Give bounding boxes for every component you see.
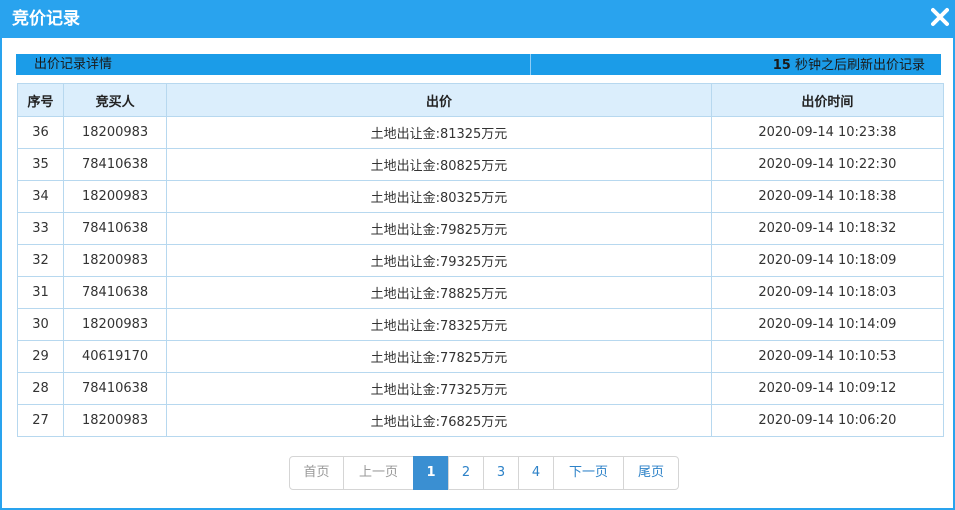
cell-price: 土地出让金:81325万元 <box>166 116 712 149</box>
table-header-row: 序号 竞买人 出价 出价时间 <box>16 83 945 117</box>
cell-bidder: 78410638 <box>63 372 168 405</box>
table-row: 36 18200983 土地出让金:81325万元 2020-09-14 10:… <box>16 116 945 149</box>
table-row: 27 18200983 土地出让金:76825万元 2020-09-14 10:… <box>16 404 945 437</box>
cell-price: 土地出让金:79325万元 <box>166 244 712 277</box>
cell-no: 32 <box>16 244 65 277</box>
cell-price: 土地出让金:77325万元 <box>166 372 712 405</box>
cell-time: 2020-09-14 10:18:09 <box>710 244 945 277</box>
cell-price: 土地出让金:77825万元 <box>166 340 712 373</box>
info-bar-divider <box>530 54 531 75</box>
cell-time: 2020-09-14 10:10:53 <box>710 340 945 373</box>
cell-bidder: 18200983 <box>63 308 168 341</box>
cell-time: 2020-09-14 10:18:32 <box>710 212 945 245</box>
header-no: 序号 <box>16 83 65 117</box>
table-row: 28 78410638 土地出让金:77325万元 2020-09-14 10:… <box>16 372 945 405</box>
cell-time: 2020-09-14 10:22:30 <box>710 148 945 181</box>
cell-bidder: 78410638 <box>63 148 168 181</box>
cell-no: 27 <box>16 404 65 437</box>
cell-bidder: 18200983 <box>63 244 168 277</box>
table-row: 31 78410638 土地出让金:78825万元 2020-09-14 10:… <box>16 276 945 309</box>
page-1-button[interactable]: 1 <box>413 456 449 490</box>
cell-price: 土地出让金:78825万元 <box>166 276 712 309</box>
cell-price: 土地出让金:80325万元 <box>166 180 712 213</box>
table-row: 32 18200983 土地出让金:79325万元 2020-09-14 10:… <box>16 244 945 277</box>
cell-time: 2020-09-14 10:09:12 <box>710 372 945 405</box>
cell-no: 30 <box>16 308 65 341</box>
cell-bidder: 18200983 <box>63 116 168 149</box>
cell-no: 31 <box>16 276 65 309</box>
cell-no: 36 <box>16 116 65 149</box>
table-row: 33 78410638 土地出让金:79825万元 2020-09-14 10:… <box>16 212 945 245</box>
table-row: 30 18200983 土地出让金:78325万元 2020-09-14 10:… <box>16 308 945 341</box>
cell-no: 29 <box>16 340 65 373</box>
page-3-button[interactable]: 3 <box>483 456 519 490</box>
cell-time: 2020-09-14 10:18:38 <box>710 180 945 213</box>
refresh-text: 秒钟之后刷新出价记录 <box>790 58 925 73</box>
close-icon[interactable] <box>931 7 949 27</box>
table-row: 35 78410638 土地出让金:80825万元 2020-09-14 10:… <box>16 148 945 181</box>
table-row: 29 40619170 土地出让金:77825万元 2020-09-14 10:… <box>16 340 945 373</box>
cell-no: 33 <box>16 212 65 245</box>
prev-page-button[interactable]: 上一页 <box>343 456 414 490</box>
cell-no: 34 <box>16 180 65 213</box>
cell-no: 28 <box>16 372 65 405</box>
refresh-countdown: 15 <box>772 58 791 73</box>
cell-bidder: 40619170 <box>63 340 168 373</box>
cell-time: 2020-09-14 10:14:09 <box>710 308 945 341</box>
cell-bidder: 78410638 <box>63 212 168 245</box>
cell-price: 土地出让金:79825万元 <box>166 212 712 245</box>
cell-time: 2020-09-14 10:18:03 <box>710 276 945 309</box>
cell-time: 2020-09-14 10:23:38 <box>710 116 945 149</box>
bid-records-dialog: 竞价记录 出价记录详情 15 秒钟之后刷新出价记录 序号 竞买人 出价 出价时间… <box>0 0 955 510</box>
header-bidder: 竞买人 <box>63 83 168 117</box>
cell-price: 土地出让金:76825万元 <box>166 404 712 437</box>
refresh-notice: 15 秒钟之后刷新出价记录 <box>773 57 925 74</box>
last-page-button[interactable]: 尾页 <box>623 456 679 490</box>
info-bar-label: 出价记录详情 <box>34 57 113 72</box>
table-row: 34 18200983 土地出让金:80325万元 2020-09-14 10:… <box>16 180 945 213</box>
cell-price: 土地出让金:78325万元 <box>166 308 712 341</box>
cell-price: 土地出让金:80825万元 <box>166 148 712 181</box>
bid-records-table: 序号 竞买人 出价 出价时间 36 18200983 土地出让金:81325万元… <box>16 83 945 437</box>
next-page-button[interactable]: 下一页 <box>553 456 624 490</box>
cell-bidder: 18200983 <box>63 180 168 213</box>
header-price: 出价 <box>166 83 712 117</box>
page-2-button[interactable]: 2 <box>448 456 484 490</box>
cell-bidder: 78410638 <box>63 276 168 309</box>
cell-no: 35 <box>16 148 65 181</box>
first-page-button[interactable]: 首页 <box>289 456 344 490</box>
page-4-button[interactable]: 4 <box>518 456 554 490</box>
header-time: 出价时间 <box>710 83 945 117</box>
cell-bidder: 18200983 <box>63 404 168 437</box>
cell-time: 2020-09-14 10:06:20 <box>710 404 945 437</box>
dialog-titlebar: 竞价记录 <box>2 0 955 38</box>
dialog-title: 竞价记录 <box>12 9 80 29</box>
pagination: 首页 上一页 1 2 3 4 下一页 尾页 <box>289 456 679 490</box>
info-bar: 出价记录详情 15 秒钟之后刷新出价记录 <box>16 54 941 75</box>
